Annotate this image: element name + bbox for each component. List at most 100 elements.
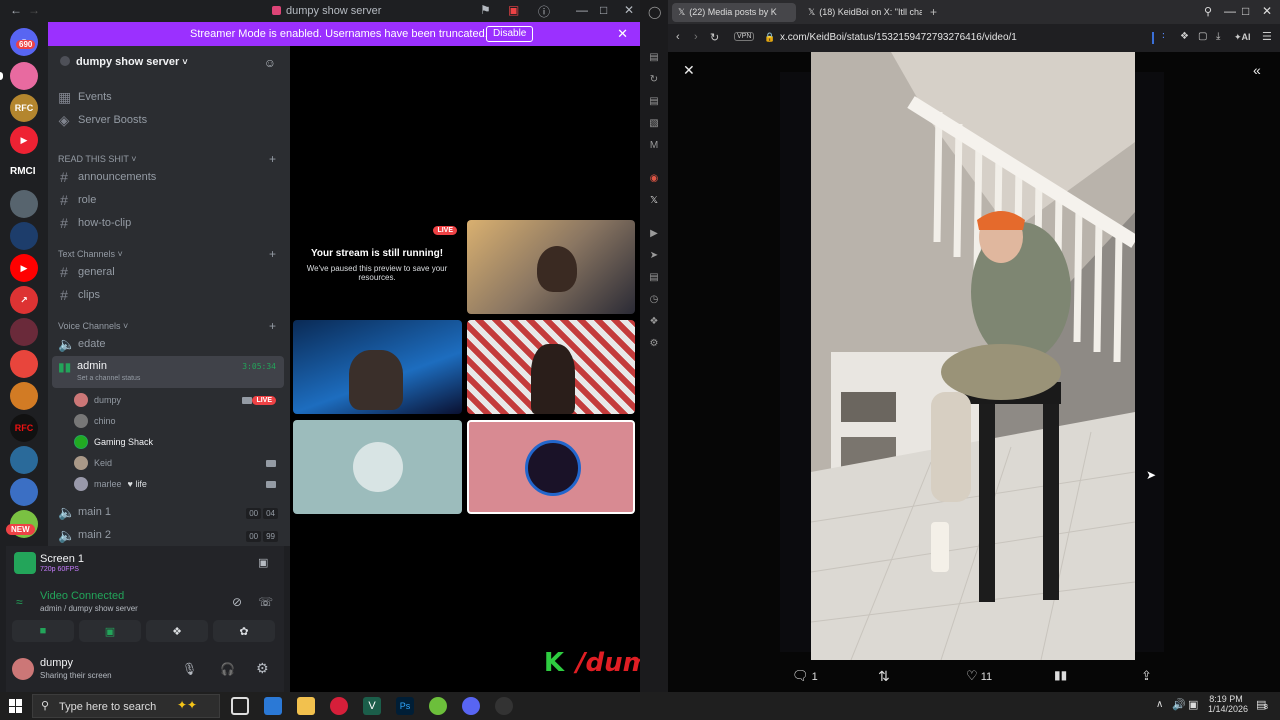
- extensions-icon[interactable]: ❖: [648, 316, 660, 328]
- guild-icon[interactable]: ▶: [10, 126, 38, 154]
- settings-icon[interactable]: ⚙: [648, 338, 660, 350]
- avatar[interactable]: [12, 658, 34, 680]
- reader-icon[interactable]: ∶: [1162, 31, 1165, 42]
- maximize-icon[interactable]: □: [1242, 4, 1249, 18]
- taskbar-app-icon[interactable]: [264, 697, 282, 715]
- stream-paused-tile[interactable]: LIVE Your stream is still running! We've…: [292, 220, 462, 314]
- taskbar-app-icon[interactable]: [429, 697, 447, 715]
- add-channel-icon[interactable]: +: [269, 247, 276, 261]
- avatar-tile-speaking[interactable]: [467, 420, 635, 514]
- voice-channel-main1[interactable]: 🔈 main 1: [58, 503, 111, 521]
- user-name[interactable]: dumpy: [40, 657, 73, 669]
- category-read[interactable]: READ THIS SHIT ˅: [58, 154, 136, 164]
- forward-icon[interactable]: →: [28, 3, 40, 17]
- obs-icon[interactable]: [495, 697, 513, 715]
- search-icon[interactable]: ⚲: [1204, 5, 1212, 18]
- microphone-icon[interactable]: 🎙: [182, 662, 197, 676]
- guild-icon[interactable]: [10, 382, 38, 410]
- events-item[interactable]: ▦ Events: [58, 88, 112, 106]
- server-header[interactable]: dumpy show server ˅: [60, 56, 188, 68]
- wallet-icon[interactable]: ▢: [1198, 31, 1207, 42]
- taskbar-search[interactable]: ⚲ Type here to search ✦✦: [32, 694, 220, 718]
- guild-icon[interactable]: ↗: [10, 286, 38, 314]
- tab-keidboi-post[interactable]: 𝕏 (18) KeidBoi on X: "Itll cha: [802, 3, 922, 22]
- add-channel-icon[interactable]: +: [269, 319, 276, 333]
- avatar-tile[interactable]: [293, 420, 462, 514]
- repost-icon[interactable]: ⇅: [878, 668, 890, 685]
- forward-icon[interactable]: ›: [694, 31, 698, 43]
- gear-icon[interactable]: ⚙: [256, 660, 269, 677]
- collapse-sidebar-icon[interactable]: «: [1253, 62, 1261, 78]
- guild-icon[interactable]: [10, 222, 38, 250]
- close-banner-icon[interactable]: ✕: [617, 26, 628, 42]
- url-field[interactable]: x.com/KeidBoi/status/1532159472793276416…: [780, 32, 1017, 43]
- reload-icon[interactable]: ↻: [710, 31, 719, 44]
- minimize-icon[interactable]: —: [576, 3, 588, 17]
- download-icon[interactable]: ⤓: [1216, 31, 1220, 42]
- video-tile[interactable]: [467, 320, 635, 414]
- new-tab-icon[interactable]: +: [930, 5, 937, 19]
- category-text[interactable]: Text Channels ˅: [58, 249, 123, 259]
- channel-clips[interactable]: # clips: [58, 286, 100, 304]
- channel-role[interactable]: # role: [58, 191, 96, 209]
- camera-button[interactable]: ■: [12, 620, 74, 642]
- wallet-icon[interactable]: ▤: [648, 272, 660, 284]
- clock-icon[interactable]: ◷: [648, 294, 660, 306]
- soundboard-button[interactable]: ✿: [213, 620, 275, 642]
- file-explorer-icon[interactable]: [297, 697, 315, 715]
- ai-button[interactable]: ✦AI: [1234, 32, 1251, 43]
- close-window-icon[interactable]: ✕: [624, 3, 634, 17]
- voice-channel-edate[interactable]: 🔈 edate: [58, 335, 106, 353]
- task-view-icon[interactable]: [231, 697, 249, 715]
- voice-user[interactable]: chino: [74, 412, 116, 430]
- channel-general[interactable]: # general: [58, 263, 115, 281]
- headphones-icon[interactable]: 🎧: [220, 662, 235, 676]
- back-icon[interactable]: ←: [10, 3, 22, 17]
- disconnect-icon[interactable]: ☏: [258, 595, 273, 609]
- server-boosts-item[interactable]: ◈ Server Boosts: [58, 111, 147, 129]
- share-screen-button[interactable]: ▣: [79, 620, 141, 642]
- network-icon[interactable]: ▣: [1188, 698, 1198, 711]
- photoshop-icon[interactable]: Ps: [396, 697, 414, 715]
- menu-icon[interactable]: ☰: [1262, 30, 1272, 43]
- guild-icon[interactable]: RFC: [10, 94, 38, 122]
- category-voice[interactable]: Voice Channels ˅: [58, 321, 128, 331]
- guild-icon[interactable]: [10, 62, 38, 90]
- video-tile[interactable]: [293, 320, 462, 414]
- stop-stream-icon[interactable]: ▣: [258, 556, 268, 569]
- close-window-icon[interactable]: ✕: [1262, 4, 1272, 18]
- guild-icon[interactable]: [10, 190, 38, 218]
- signal-icon[interactable]: ≈: [16, 595, 23, 609]
- voice-user[interactable]: dumpy: [74, 391, 121, 409]
- views-icon[interactable]: ▮▮: [1054, 668, 1067, 682]
- opera-icon[interactable]: [330, 697, 348, 715]
- connection-status[interactable]: Video Connected: [40, 590, 124, 602]
- refresh-icon[interactable]: ↻: [648, 74, 660, 86]
- video-player[interactable]: [811, 52, 1135, 660]
- clock[interactable]: 8:19 PM 1/14/2026: [1208, 694, 1248, 714]
- guild-icon[interactable]: [10, 446, 38, 474]
- disable-button[interactable]: Disable: [486, 26, 534, 42]
- share-icon[interactable]: ⇪: [1141, 668, 1152, 684]
- minimize-icon[interactable]: —: [1224, 4, 1236, 18]
- guild-icon[interactable]: [10, 350, 38, 378]
- reply-button[interactable]: 🗨 1: [792, 668, 818, 684]
- voice-channel-admin[interactable]: ▮▮ admin Set a channel status 3:05:34: [52, 356, 284, 388]
- inbox-flag-icon[interactable]: ⚑: [480, 3, 491, 17]
- noise-suppression-icon[interactable]: ⊘: [232, 595, 242, 609]
- channel-announcements[interactable]: # announcements: [58, 168, 156, 186]
- send-icon[interactable]: ➤: [648, 250, 660, 262]
- discord-icon[interactable]: [462, 697, 480, 715]
- screen-icon[interactable]: ▣: [508, 3, 519, 17]
- activities-button[interactable]: ❖: [146, 620, 208, 642]
- vpn-badge[interactable]: VPN: [734, 32, 755, 41]
- tray-chevron-icon[interactable]: ∧: [1156, 699, 1163, 710]
- channel-status[interactable]: Set a channel status: [77, 375, 140, 382]
- close-viewer-icon[interactable]: ✕: [683, 62, 695, 79]
- windows-start-icon[interactable]: [9, 699, 23, 713]
- tab-media-posts[interactable]: 𝕏 (22) Media posts by K: [672, 3, 796, 22]
- guild-label[interactable]: RMCI: [10, 166, 36, 177]
- tabs-icon[interactable]: ▤: [648, 52, 660, 64]
- voice-user[interactable]: Gaming Shack: [74, 433, 153, 451]
- back-icon[interactable]: ‹: [676, 31, 680, 43]
